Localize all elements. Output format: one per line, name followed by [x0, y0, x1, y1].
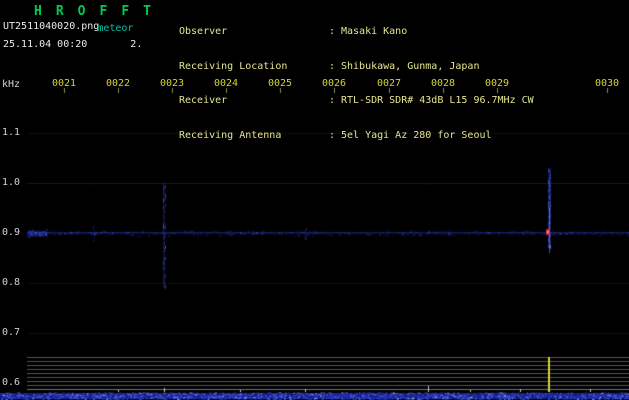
title-letter: F — [121, 4, 130, 19]
y-tick-label: 0.8 — [2, 277, 21, 288]
x-tick-label: 0021 — [52, 78, 77, 89]
info-row-location: Receiving Location: Shibukawa, Gunma, Jap… — [179, 61, 534, 74]
mode-label: meteor — [97, 23, 134, 34]
info-value: Shibukawa, Gunma, Japan — [341, 60, 480, 72]
info-row-observer: Observer: Masaki Kano — [179, 26, 534, 39]
title-letter: T — [143, 4, 151, 19]
colon: : — [329, 60, 336, 72]
y-tick-label: 0.6 — [2, 377, 21, 388]
title-letter: F — [99, 4, 108, 19]
y-tick-label: 0.9 — [2, 227, 21, 238]
info-label: Observer — [179, 26, 228, 37]
y-axis-unit: kHz — [2, 79, 21, 90]
echo-count: 2. — [130, 39, 143, 50]
x-tick-label: 0029 — [485, 78, 510, 89]
info-label: Receiver — [179, 95, 228, 106]
info-row-receiver: Receiver: RTL-SDR SDR# 43dB L15 96.7MHz C… — [179, 95, 534, 108]
colon: : — [329, 95, 336, 106]
x-tick-label: 0028 — [431, 78, 456, 89]
info-value: 5el Yagi Az 280 for Seoul — [341, 129, 492, 141]
x-tick-label: 0026 — [322, 78, 347, 89]
title-letter: O — [77, 4, 86, 19]
y-tick-label: 1.0 — [2, 177, 21, 188]
info-label: Receiving Antenna — [179, 129, 282, 141]
info-row-antenna: Receiving Antenna:5el Yagi Az 280 for Se… — [179, 130, 534, 143]
file-line: UT2511040020.pngmeteor — [3, 21, 134, 34]
title-letter: H — [34, 4, 42, 19]
app-title: HROFFT — [34, 4, 165, 19]
info-value: RTL-SDR SDR# 43dB L15 96.7MHz CW — [341, 95, 534, 106]
y-tick-label: 0.7 — [2, 327, 21, 338]
datetime: 25.11.04 00:20 — [3, 39, 88, 50]
filename: UT2511040020.png — [3, 21, 100, 32]
info-label: Receiving Location — [179, 60, 288, 72]
x-tick-label: 0027 — [377, 78, 402, 89]
x-tick-label: 0023 — [160, 78, 185, 89]
colon: : — [329, 26, 336, 37]
title-letter: R — [55, 4, 64, 19]
date-line: 25.11.04 00:20 2. — [3, 39, 142, 50]
hrofft-screen: HROFFT UT2511040020.pngmeteor 25.11.04 0… — [0, 0, 629, 400]
x-tick-label: 0030 — [595, 78, 620, 89]
info-value: Masaki Kano — [341, 26, 408, 37]
x-tick-label: 0024 — [214, 78, 239, 89]
x-tick-label: 0025 — [268, 78, 293, 89]
y-tick-label: 1.1 — [2, 127, 21, 138]
x-tick-label: 0022 — [106, 78, 131, 89]
colon: : — [329, 129, 336, 141]
